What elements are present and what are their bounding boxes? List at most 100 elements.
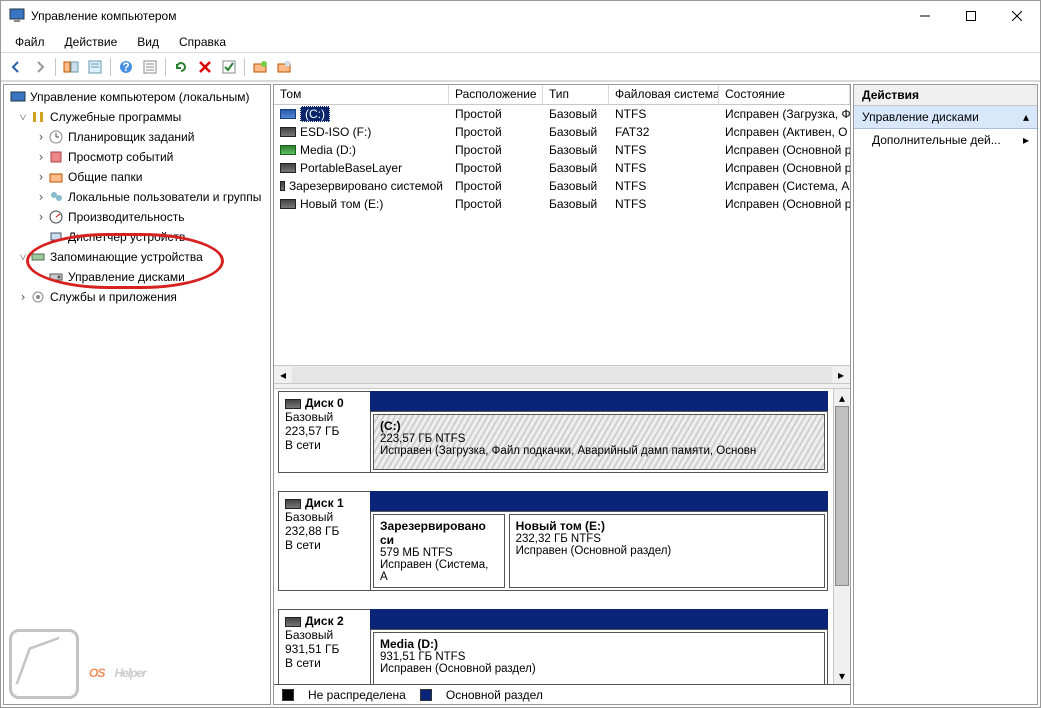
- volume-icon: [280, 127, 296, 137]
- device-icon: [48, 229, 64, 245]
- clock-icon: [48, 129, 64, 145]
- actions-section[interactable]: Управление дисками ▴: [854, 106, 1037, 129]
- services-icon: [30, 289, 46, 305]
- action-button[interactable]: [273, 56, 295, 78]
- properties-button[interactable]: [84, 56, 106, 78]
- back-button[interactable]: [5, 56, 27, 78]
- volume-row[interactable]: Зарезервировано системойПростойБазовыйNT…: [274, 177, 850, 195]
- expand-icon[interactable]: ›: [16, 290, 30, 304]
- scroll-up-button[interactable]: ▴: [834, 389, 850, 406]
- col-type[interactable]: Тип: [543, 85, 609, 104]
- volume-list[interactable]: (C:)ПростойБазовыйNTFSИсправен (Загрузка…: [274, 105, 850, 365]
- tree-performance[interactable]: ›Производительность: [6, 207, 268, 227]
- partition[interactable]: Новый том (E:)232,32 ГБ NTFSИсправен (Ос…: [509, 514, 825, 588]
- volume-name: ESD-ISO (F:): [300, 125, 371, 139]
- disk-header-bar: [370, 609, 828, 629]
- vertical-scrollbar[interactable]: ▴ ▾: [833, 389, 850, 684]
- col-status[interactable]: Состояние: [719, 85, 850, 104]
- tree-shared-folders[interactable]: ›Общие папки: [6, 167, 268, 187]
- menu-help[interactable]: Справка: [169, 33, 236, 51]
- close-button[interactable]: [994, 1, 1040, 31]
- volume-status: Исправен (Основной р: [719, 196, 850, 212]
- menu-file[interactable]: Файл: [5, 33, 55, 51]
- legend-unallocated: Не распределена: [308, 688, 406, 702]
- volume-layout: Простой: [449, 142, 543, 158]
- expand-icon[interactable]: ›: [34, 190, 48, 204]
- volume-icon: [280, 145, 296, 155]
- col-volume[interactable]: Том: [274, 85, 449, 104]
- forward-button[interactable]: [29, 56, 51, 78]
- col-fs[interactable]: Файловая система: [609, 85, 719, 104]
- show-hide-tree-button[interactable]: [60, 56, 82, 78]
- volume-icon: [280, 199, 296, 209]
- menu-bar: Файл Действие Вид Справка: [1, 31, 1040, 53]
- volume-row[interactable]: ESD-ISO (F:)ПростойБазовыйFAT32Исправен …: [274, 123, 850, 141]
- scroll-down-button[interactable]: ▾: [834, 667, 850, 684]
- menu-action[interactable]: Действие: [55, 33, 128, 51]
- users-icon: [48, 189, 64, 205]
- col-layout[interactable]: Расположение: [449, 85, 543, 104]
- volume-status: Исправен (Система, А: [719, 178, 850, 194]
- delete-button[interactable]: [194, 56, 216, 78]
- minimize-button[interactable]: [902, 1, 948, 31]
- tree-system-tools[interactable]: ˅ Служебные программы: [6, 107, 268, 127]
- volume-icon: [280, 163, 296, 173]
- volume-type: Базовый: [543, 142, 609, 158]
- volume-fs: FAT32: [609, 124, 719, 140]
- tree-task-scheduler[interactable]: ›Планировщик заданий: [6, 127, 268, 147]
- volume-name: Зарезервировано системой: [289, 179, 443, 193]
- partition[interactable]: (C:)223,57 ГБ NTFSИсправен (Загрузка, Фа…: [373, 414, 825, 470]
- tree-storage[interactable]: ˅ Запоминающие устройства: [6, 247, 268, 267]
- actions-header: Действия: [854, 85, 1037, 106]
- partition[interactable]: Зарезервировано си579 МБ NTFSИсправен (С…: [373, 514, 505, 588]
- check-button[interactable]: [218, 56, 240, 78]
- nav-tree[interactable]: Управление компьютером (локальным) ˅ Слу…: [3, 84, 271, 705]
- volume-status: Исправен (Загрузка, Ф: [719, 106, 850, 122]
- tree-local-users[interactable]: ›Локальные пользователи и группы: [6, 187, 268, 207]
- scroll-left-button[interactable]: ◂: [274, 367, 292, 383]
- collapse-icon[interactable]: ˅: [16, 250, 30, 265]
- volume-row[interactable]: Media (D:)ПростойБазовыйNTFSИсправен (Ос…: [274, 141, 850, 159]
- disk-management-panel: Том Расположение Тип Файловая система Со…: [273, 84, 851, 705]
- title-bar: Управление компьютером: [1, 1, 1040, 31]
- tree-disk-management[interactable]: Управление дисками: [6, 267, 268, 287]
- volume-fs: NTFS: [609, 196, 719, 212]
- tree-device-manager[interactable]: Диспетчер устройств: [6, 227, 268, 247]
- new-folder-button[interactable]: [249, 56, 271, 78]
- disk-graphical-view[interactable]: Диск 0Базовый223,57 ГБВ сети(C:)223,57 Г…: [274, 389, 850, 684]
- list-button[interactable]: [139, 56, 161, 78]
- scroll-right-button[interactable]: ▸: [832, 367, 850, 383]
- help-button[interactable]: ?: [115, 56, 137, 78]
- expand-icon[interactable]: ›: [34, 170, 48, 184]
- volume-row[interactable]: (C:)ПростойБазовыйNTFSИсправен (Загрузка…: [274, 105, 850, 123]
- volume-row[interactable]: Новый том (E:)ПростойБазовыйNTFSИсправен…: [274, 195, 850, 213]
- maximize-button[interactable]: [948, 1, 994, 31]
- collapse-icon[interactable]: ˅: [16, 110, 30, 125]
- folder-icon: [48, 169, 64, 185]
- tree-event-viewer[interactable]: ›Просмотр событий: [6, 147, 268, 167]
- disk-row[interactable]: Диск 2Базовый931,51 ГБВ сетиMedia (D:)93…: [278, 609, 828, 684]
- volume-type: Базовый: [543, 106, 609, 122]
- partition[interactable]: Media (D:)931,51 ГБ NTFSИсправен (Основн…: [373, 632, 825, 684]
- collapse-icon[interactable]: ▴: [1023, 110, 1029, 124]
- actions-more[interactable]: Дополнительные дей... ▸: [854, 129, 1037, 151]
- refresh-button[interactable]: [170, 56, 192, 78]
- volume-layout: Простой: [449, 124, 543, 140]
- disk-info: Диск 0Базовый223,57 ГБВ сети: [278, 391, 370, 473]
- disk-row[interactable]: Диск 0Базовый223,57 ГБВ сети(C:)223,57 Г…: [278, 391, 828, 473]
- tree-services[interactable]: › Службы и приложения: [6, 287, 268, 307]
- expand-icon[interactable]: ›: [34, 130, 48, 144]
- tree-root[interactable]: Управление компьютером (локальным): [6, 87, 268, 107]
- volume-type: Базовый: [543, 178, 609, 194]
- horizontal-scrollbar[interactable]: ◂ ▸: [274, 365, 850, 383]
- volume-list-header[interactable]: Том Расположение Тип Файловая система Со…: [274, 85, 850, 105]
- volume-layout: Простой: [449, 196, 543, 212]
- volume-icon: [280, 109, 296, 119]
- window-title: Управление компьютером: [31, 9, 902, 23]
- disk-row[interactable]: Диск 1Базовый232,88 ГБВ сетиЗарезервиров…: [278, 491, 828, 591]
- expand-icon[interactable]: ›: [34, 150, 48, 164]
- expand-icon[interactable]: ›: [34, 210, 48, 224]
- menu-view[interactable]: Вид: [127, 33, 169, 51]
- volume-row[interactable]: PortableBaseLayerПростойБазовыйNTFSИспра…: [274, 159, 850, 177]
- volume-status: Исправен (Активен, О: [719, 124, 850, 140]
